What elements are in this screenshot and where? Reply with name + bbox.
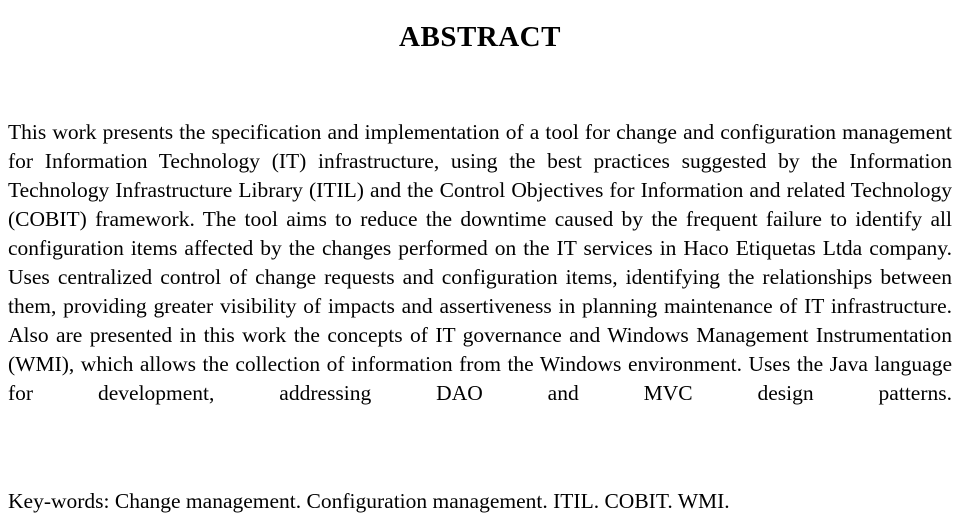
document-page: ABSTRACT This work presents the specific… <box>0 0 960 523</box>
abstract-body: This work presents the specification and… <box>8 118 952 437</box>
page-title: ABSTRACT <box>399 21 561 54</box>
abstract-paragraph: This work presents the specification and… <box>8 120 952 405</box>
keywords-line: Key-words: Change management. Configurat… <box>8 489 730 513</box>
